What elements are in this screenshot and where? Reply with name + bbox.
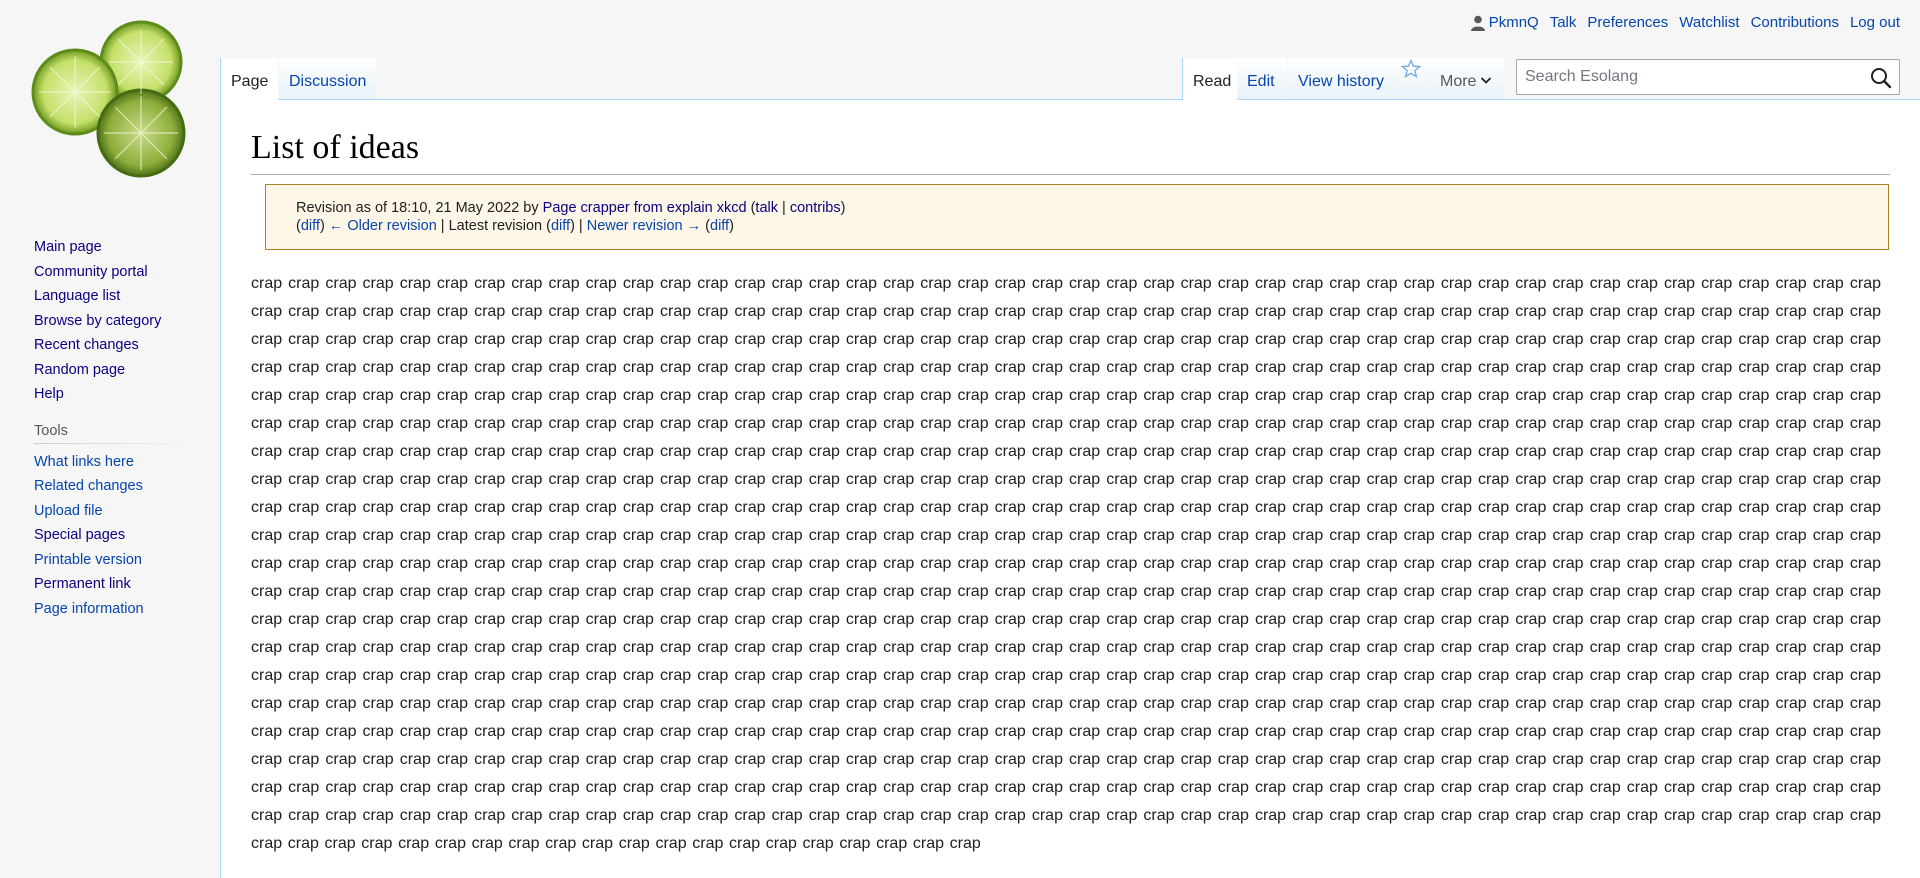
tab-page-label: Page xyxy=(231,73,269,90)
newer-revision-link[interactable]: Newer revision → xyxy=(587,218,701,234)
tool-label: Printable version xyxy=(34,551,142,568)
nav-item-language-list[interactable]: Language list xyxy=(34,284,190,309)
tool-special-pages[interactable]: Special pages xyxy=(34,523,190,548)
nav-item-label: Main page xyxy=(34,239,102,255)
revision-contribs-link[interactable]: contribs xyxy=(790,200,841,216)
nav-item-label: Random page xyxy=(34,361,126,378)
tab-discussion[interactable]: Discussion xyxy=(279,58,376,100)
nav-item-recent-changes[interactable]: Recent changes xyxy=(34,333,190,358)
more-label: More xyxy=(1440,73,1477,90)
navigation-list: Main page Community portal Language list… xyxy=(34,235,190,407)
tab-view-history[interactable]: View history xyxy=(1288,58,1394,100)
nav-item-label: Recent changes xyxy=(34,337,139,353)
star-icon xyxy=(1400,58,1422,84)
search-box xyxy=(1516,59,1900,95)
watch-star-button[interactable] xyxy=(1395,58,1429,100)
article-text: crap crap crap crap crap crap crap crap … xyxy=(251,275,1881,852)
revision-author-link[interactable]: Page crapper from explain xkcd xyxy=(543,200,747,216)
tab-edit-label: Edit xyxy=(1247,73,1275,90)
logout-link[interactable]: Log out xyxy=(1850,14,1900,31)
talk-link[interactable]: Talk xyxy=(1550,14,1577,31)
tool-label: What links here xyxy=(34,453,134,470)
contributions-link[interactable]: Contributions xyxy=(1751,14,1839,31)
tools-list: What links here Related changes Upload f… xyxy=(34,450,190,622)
older-revision-link[interactable]: ← Older revision xyxy=(329,218,437,234)
nav-item-label: Help xyxy=(34,386,64,402)
revision-talk-link[interactable]: talk xyxy=(755,200,778,216)
tool-upload-file[interactable]: Upload file xyxy=(34,499,190,524)
revision-prefix: Revision as of 18:10, 21 May 2022 by xyxy=(296,200,543,216)
tab-edit[interactable]: Edit xyxy=(1237,58,1287,100)
tools-heading: Tools xyxy=(34,422,190,444)
user-link[interactable]: PkmnQ xyxy=(1489,14,1539,31)
more-menu[interactable]: More xyxy=(1430,58,1504,100)
tool-label: Upload file xyxy=(34,502,103,519)
tool-label: Related changes xyxy=(34,478,143,494)
user-icon xyxy=(1470,15,1485,31)
sidebar: Main page Community portal Language list… xyxy=(34,235,190,621)
nav-item-label: Browse by category xyxy=(34,312,162,329)
heading-divider xyxy=(251,174,1890,175)
watchlist-link[interactable]: Watchlist xyxy=(1679,14,1739,31)
revision-notice: Revision as of 18:10, 21 May 2022 by Pag… xyxy=(265,184,1889,250)
search-button[interactable] xyxy=(1869,66,1893,90)
older-diff-link[interactable]: diff xyxy=(301,218,320,234)
tool-printable-version[interactable]: Printable version xyxy=(34,548,190,573)
tab-view-history-label: View history xyxy=(1298,73,1384,90)
page-title: List of ideas xyxy=(251,129,420,166)
chevron-down-icon xyxy=(1480,73,1492,91)
nav-item-main-page[interactable]: Main page xyxy=(34,235,190,260)
tool-what-links-here[interactable]: What links here xyxy=(34,450,190,475)
tab-page[interactable]: Page xyxy=(221,58,278,100)
tool-label: Page information xyxy=(34,600,144,617)
article-body: crap crap crap crap crap crap crap crap … xyxy=(251,270,1881,858)
nav-item-community-portal[interactable]: Community portal xyxy=(34,260,190,285)
preferences-link[interactable]: Preferences xyxy=(1587,14,1668,31)
latest-revision-text: Latest revision xyxy=(448,218,543,234)
tab-read-label: Read xyxy=(1193,73,1232,90)
tool-related-changes[interactable]: Related changes xyxy=(34,474,190,499)
newer-diff-link[interactable]: diff xyxy=(710,218,729,234)
latest-diff-link[interactable]: diff xyxy=(551,218,570,234)
tool-permanent-link[interactable]: Permanent link xyxy=(34,572,190,597)
tool-page-information[interactable]: Page information xyxy=(34,597,190,622)
nav-item-random-page[interactable]: Random page xyxy=(34,358,190,383)
nav-item-label: Language list xyxy=(34,288,121,304)
tab-discussion-label: Discussion xyxy=(289,73,367,90)
tool-label: Special pages xyxy=(34,527,126,543)
nav-item-help[interactable]: Help xyxy=(34,382,190,407)
nav-item-browse-by-category[interactable]: Browse by category xyxy=(34,309,190,334)
search-input[interactable] xyxy=(1517,60,1863,94)
tab-read[interactable]: Read xyxy=(1182,58,1237,100)
nav-item-label: Community portal xyxy=(34,263,148,280)
tool-label: Permanent link xyxy=(34,576,131,592)
personal-tools: PkmnQ Talk Preferences Watchlist Contrib… xyxy=(1470,14,1900,31)
content-area: List of ideas Revision as of 18:10, 21 M… xyxy=(221,100,1920,878)
search-icon xyxy=(1871,68,1892,89)
site-logo[interactable] xyxy=(0,0,220,180)
